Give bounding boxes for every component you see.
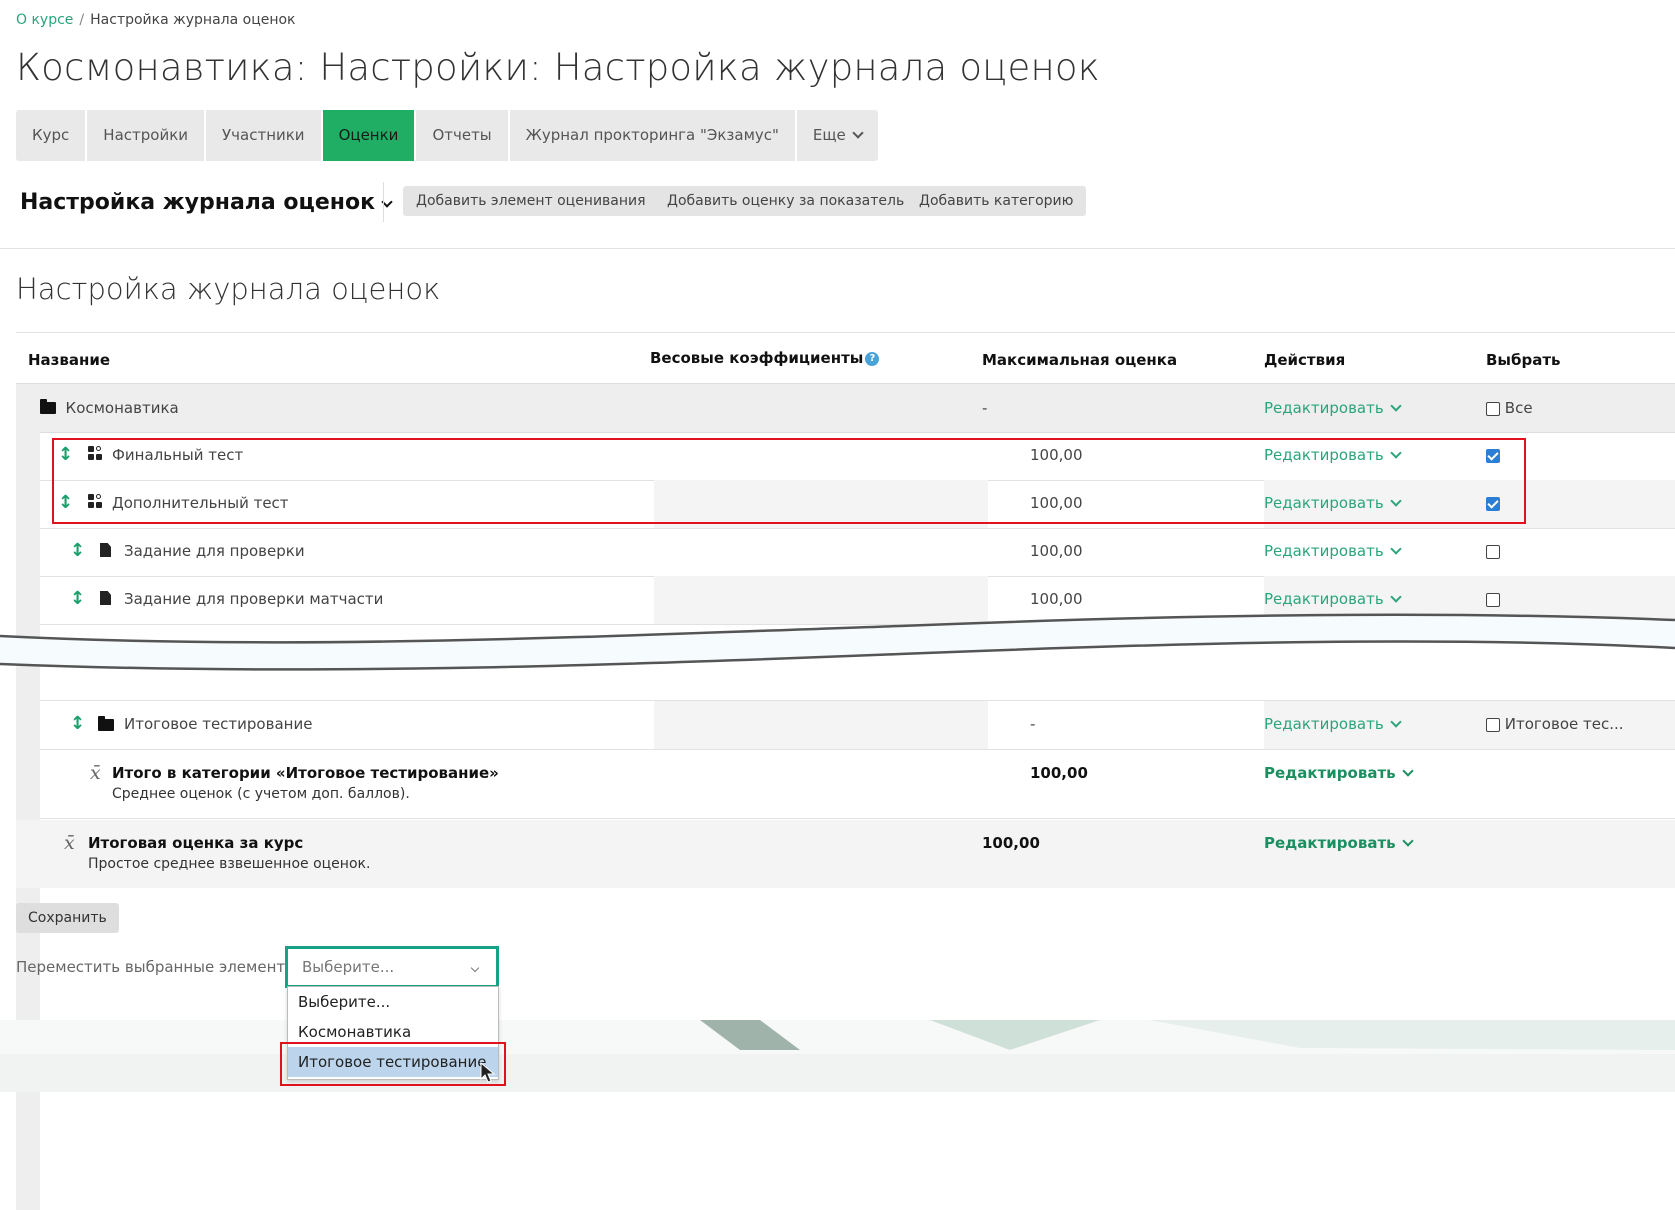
move-selected-label: Переместить выбранные элементы в xyxy=(16,958,311,976)
gradebook-view-selector[interactable]: Настройка журнала оценок xyxy=(20,190,393,215)
max-grade: 100,00 xyxy=(1030,542,1083,560)
checkbox[interactable] xyxy=(1486,544,1500,559)
tab-grades[interactable]: Оценки xyxy=(322,110,417,161)
table-row-category-total: x̄ Итого в категории «Итоговое тестирова… xyxy=(40,750,1675,819)
edit-label: Редактировать xyxy=(1264,715,1384,733)
course-total-name: Итоговая оценка за курс xyxy=(88,834,304,852)
move-icon[interactable]: ↕ xyxy=(70,540,85,561)
chevron-down-icon xyxy=(852,127,864,139)
edit-label: Редактировать xyxy=(1264,764,1396,782)
select-checkbox[interactable] xyxy=(1486,542,1500,560)
header-select: Выбрать xyxy=(1486,351,1561,369)
tab-participants[interactable]: Участники xyxy=(206,110,323,161)
header-actions: Действия xyxy=(1264,351,1346,369)
help-icon[interactable]: ? xyxy=(865,351,880,366)
save-button[interactable]: Сохранить xyxy=(16,903,119,933)
section-title: Настройка журнала оценок xyxy=(16,272,441,306)
tab-settings[interactable]: Настройки xyxy=(87,110,207,161)
chevron-down-icon xyxy=(1401,835,1414,847)
option-choose[interactable]: Выберите... xyxy=(288,987,498,1017)
category-total-name: Итого в категории «Итоговое тестирование… xyxy=(112,764,499,782)
select-all[interactable]: Все xyxy=(1486,399,1533,417)
grade-item-link[interactable]: Задание для проверки xyxy=(124,542,305,560)
folder-icon xyxy=(98,716,114,734)
table-row-subcategory: ↕ Итоговое тестирование - Редактировать … xyxy=(40,700,1675,750)
highlight-frame xyxy=(280,1042,506,1086)
edit-label: Редактировать xyxy=(1264,399,1384,417)
chevron-down-icon xyxy=(1401,765,1414,777)
header-weights-label: Весовые коэффициенты xyxy=(650,349,864,367)
category-total-desc: Среднее оценок (с учетом доп. баллов). xyxy=(112,786,410,802)
edit-menu[interactable]: Редактировать xyxy=(1264,715,1402,733)
max-grade: 100,00 xyxy=(982,834,1040,852)
header-weights: Весовые коэффициенты? xyxy=(650,349,880,367)
category-name: Космонавтика xyxy=(65,399,179,417)
footer-decoration xyxy=(0,1020,1675,1092)
folder-icon xyxy=(40,399,56,414)
chevron-down-icon xyxy=(1390,591,1402,603)
header-name: Название xyxy=(28,351,111,369)
select-category[interactable]: Итоговое тес... xyxy=(1486,715,1624,733)
table-row-course-category: Космонавтика - Редактировать Все xyxy=(16,384,1675,433)
breadcrumb-link-course[interactable]: О курсе xyxy=(16,12,73,28)
cursor-icon xyxy=(480,1062,496,1083)
gradebook-setup-table: Название Весовые коэффициенты? Максималь… xyxy=(16,332,1675,1210)
page-title: Космонавтика: Настройки: Настройка журна… xyxy=(16,46,1100,89)
move-target-value: Выберите... xyxy=(302,958,395,976)
weight-cell xyxy=(654,701,988,749)
chevron-down-icon xyxy=(1390,543,1402,555)
mean-icon: x̄ xyxy=(64,832,75,854)
page-break-graphic xyxy=(0,613,1675,671)
add-outcome-button[interactable]: Добавить оценку за показатель xyxy=(654,186,918,216)
max-grade: 100,00 xyxy=(1030,764,1088,782)
breadcrumb-current: Настройка журнала оценок xyxy=(90,12,296,28)
select-category-label: Итоговое тес... xyxy=(1504,715,1624,733)
table-row: ↕ Задание для проверки 100,00 Редактиров… xyxy=(40,528,1675,577)
assignment-icon xyxy=(100,543,111,561)
checkbox[interactable] xyxy=(1486,592,1500,607)
breadcrumb: О курсе / Настройка журнала оценок xyxy=(16,12,296,28)
select-all-checkbox[interactable] xyxy=(1486,401,1500,416)
max-grade: - xyxy=(982,399,988,417)
tab-reports[interactable]: Отчеты xyxy=(416,110,510,161)
tab-more[interactable]: Еще xyxy=(797,110,878,161)
tab-proctoring-log[interactable]: Журнал прокторинга "Экзамус" xyxy=(510,110,797,161)
course-nav-tabs: Курс Настройки Участники Оценки Отчеты Ж… xyxy=(16,110,878,161)
header-max-grade: Максимальная оценка xyxy=(982,351,1178,369)
max-grade: - xyxy=(1030,715,1036,733)
chevron-down-icon xyxy=(470,963,480,973)
edit-menu[interactable]: Редактировать xyxy=(1264,764,1414,782)
chevron-down-icon xyxy=(1390,400,1402,412)
category-name: Итоговое тестирование xyxy=(124,715,313,733)
move-icon[interactable]: ↕ xyxy=(70,713,85,734)
edit-label: Редактировать xyxy=(1264,834,1396,852)
checkbox[interactable] xyxy=(1486,717,1500,732)
tab-more-label: Еще xyxy=(812,126,846,144)
course-total-desc: Простое среднее взвешенное оценок. xyxy=(88,856,371,872)
edit-menu[interactable]: Редактировать xyxy=(1264,542,1402,560)
gradebook-view-title: Настройка журнала оценок xyxy=(20,190,375,215)
gradebook-action-bar: Настройка журнала оценок Добавить элемен… xyxy=(0,180,1675,249)
mean-icon: x̄ xyxy=(90,762,101,784)
table-row-course-total: x̄ Итоговая оценка за курс Простое средн… xyxy=(16,820,1675,888)
breadcrumb-separator: / xyxy=(79,12,85,28)
table-header: Название Весовые коэффициенты? Максималь… xyxy=(16,332,1675,385)
edit-menu[interactable]: Редактировать xyxy=(1264,399,1402,417)
edit-label: Редактировать xyxy=(1264,542,1384,560)
tab-course[interactable]: Курс xyxy=(16,110,88,161)
divider xyxy=(383,182,384,222)
category-course: Космонавтика xyxy=(40,399,179,417)
select-all-label: Все xyxy=(1504,399,1533,417)
add-category-button[interactable]: Добавить категорию xyxy=(906,186,1087,216)
add-grade-item-button[interactable]: Добавить элемент оценивания xyxy=(403,186,659,216)
chevron-down-icon xyxy=(1390,716,1402,728)
move-target-select[interactable]: Выберите... xyxy=(285,946,499,988)
highlight-frame xyxy=(52,438,1526,524)
edit-menu[interactable]: Редактировать xyxy=(1264,834,1414,852)
